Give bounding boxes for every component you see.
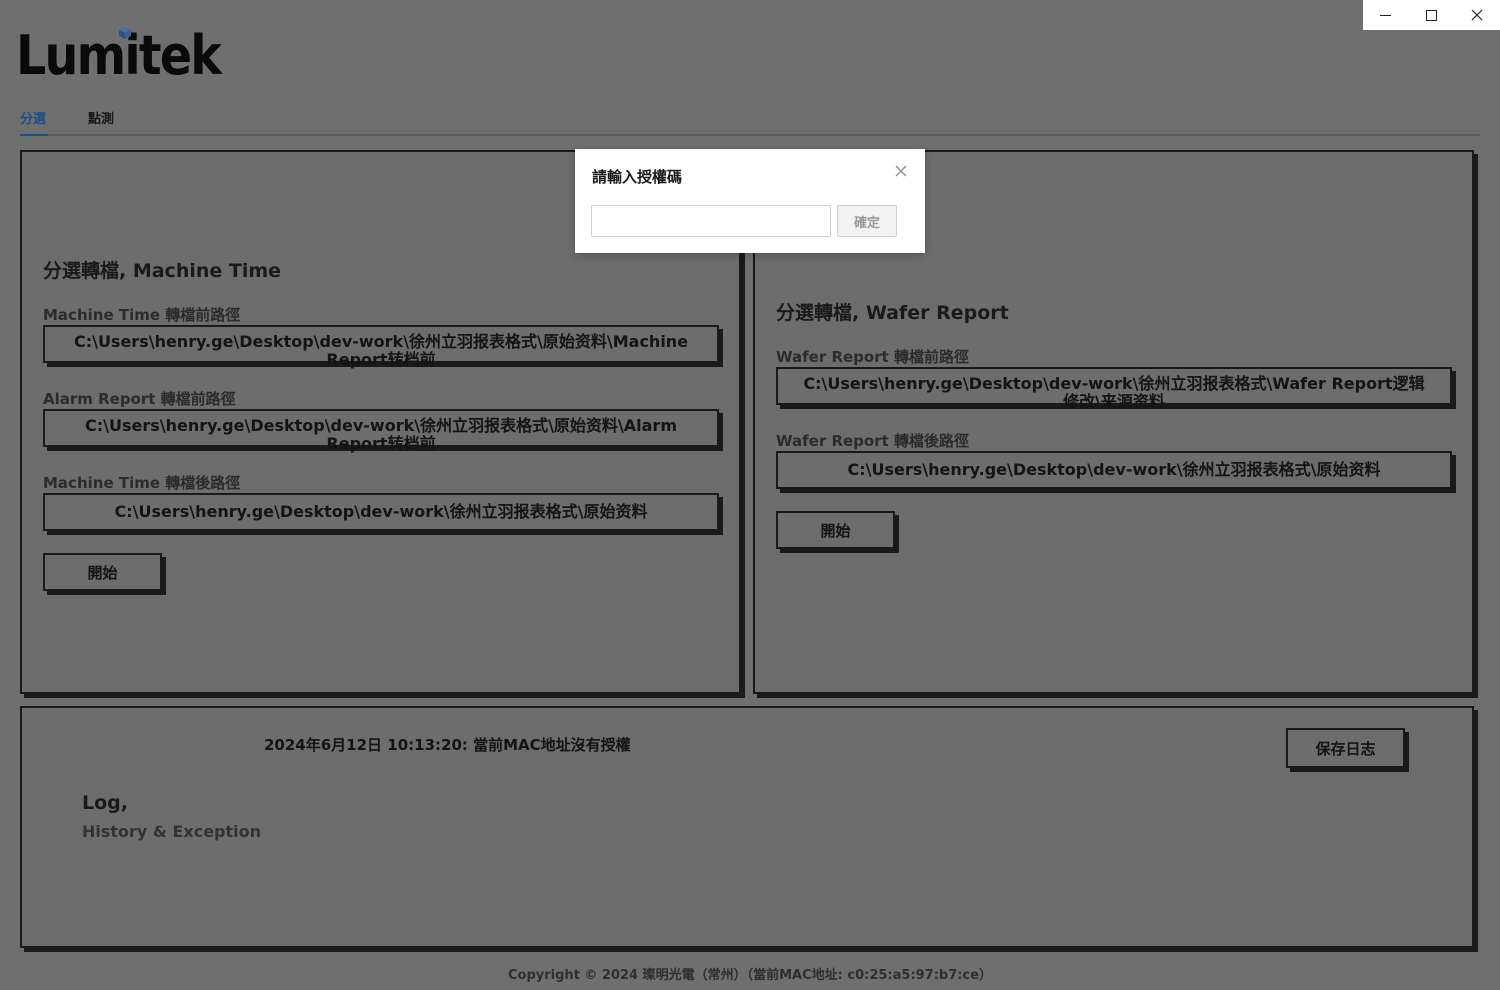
machine-after-path-text: C:\Users\henry.ge\Desktop\dev-work\徐州立羽报… <box>114 502 648 521</box>
auth-code-dialog: 請輸入授權碼 確定 <box>575 149 925 253</box>
close-icon <box>1471 9 1483 21</box>
minimize-icon <box>1380 14 1392 16</box>
save-log-button[interactable]: 保存日志 <box>1286 728 1405 768</box>
machine-panel-title: 分選轉檔, Machine Time <box>43 260 282 282</box>
log-panel: 2024年6月12日 10:13:20: 當前MAC地址沒有授權 Log, Hi… <box>20 706 1474 948</box>
maximize-button[interactable] <box>1409 0 1455 30</box>
wafer-before-path-field[interactable]: C:\Users\henry.ge\Desktop\dev-work\徐州立羽报… <box>776 367 1452 411</box>
log-message: 2024年6月12日 10:13:20: 當前MAC地址沒有授權 <box>264 736 631 754</box>
tab-bar: 分選 點測 <box>20 106 1480 136</box>
wafer-after-path-field[interactable]: C:\Users\henry.ge\Desktop\dev-work\徐州立羽报… <box>776 451 1452 489</box>
log-subtitle: History & Exception <box>82 822 262 841</box>
wafer-after-label: Wafer Report 轉檔後路徑 <box>776 432 970 450</box>
machine-after-label: Machine Time 轉檔後路徑 <box>43 474 241 492</box>
machine-before-path-text: C:\Users\henry.ge\Desktop\dev-work\徐州立羽报… <box>73 332 689 369</box>
machine-before-path-field[interactable]: C:\Users\henry.ge\Desktop\dev-work\徐州立羽报… <box>43 325 719 369</box>
alarm-before-path-field[interactable]: C:\Users\henry.ge\Desktop\dev-work\徐州立羽报… <box>43 409 719 453</box>
close-icon[interactable] <box>893 163 909 179</box>
auth-code-input[interactable] <box>591 205 831 237</box>
wafer-after-path-text: C:\Users\henry.ge\Desktop\dev-work\徐州立羽报… <box>847 460 1381 479</box>
tab-probing-label: 點測 <box>88 112 115 127</box>
alarm-before-path-text: C:\Users\henry.ge\Desktop\dev-work\徐州立羽报… <box>85 416 677 453</box>
tab-sorting-label: 分選 <box>20 112 47 127</box>
active-tab-indicator <box>20 134 48 136</box>
machine-before-label: Machine Time 轉檔前路徑 <box>43 306 241 324</box>
machine-start-label: 開始 <box>87 563 118 582</box>
wafer-before-label: Wafer Report 轉檔前路徑 <box>776 348 970 366</box>
wafer-panel-title: 分選轉檔, Wafer Report <box>776 302 1009 324</box>
tab-sorting[interactable]: 分選 <box>20 108 46 127</box>
machine-start-button[interactable]: 開始 <box>43 553 162 591</box>
confirm-label: 確定 <box>853 215 880 231</box>
save-log-label: 保存日志 <box>1315 739 1376 758</box>
tab-probing[interactable]: 點測 <box>88 108 114 127</box>
wafer-start-button[interactable]: 開始 <box>776 511 895 549</box>
close-window-button[interactable] <box>1454 0 1500 30</box>
minimize-button[interactable] <box>1363 0 1409 30</box>
wafer-start-label: 開始 <box>820 521 851 540</box>
machine-after-path-field[interactable]: C:\Users\henry.ge\Desktop\dev-work\徐州立羽报… <box>43 493 719 531</box>
footer-copyright: Copyright © 2024 璨明光電（常州）（當前MAC地址: c0:25… <box>507 968 993 983</box>
maximize-icon <box>1426 9 1437 21</box>
confirm-button[interactable]: 確定 <box>837 205 897 237</box>
wafer-before-path-text: C:\Users\henry.ge\Desktop\dev-work\徐州立羽报… <box>803 374 1425 411</box>
alarm-before-label: Alarm Report 轉檔前路徑 <box>43 390 236 408</box>
log-title: Log, <box>82 792 128 814</box>
window-controls <box>1363 0 1500 30</box>
cube-icon <box>119 27 131 39</box>
dialog-title: 請輸入授權碼 <box>592 168 683 186</box>
